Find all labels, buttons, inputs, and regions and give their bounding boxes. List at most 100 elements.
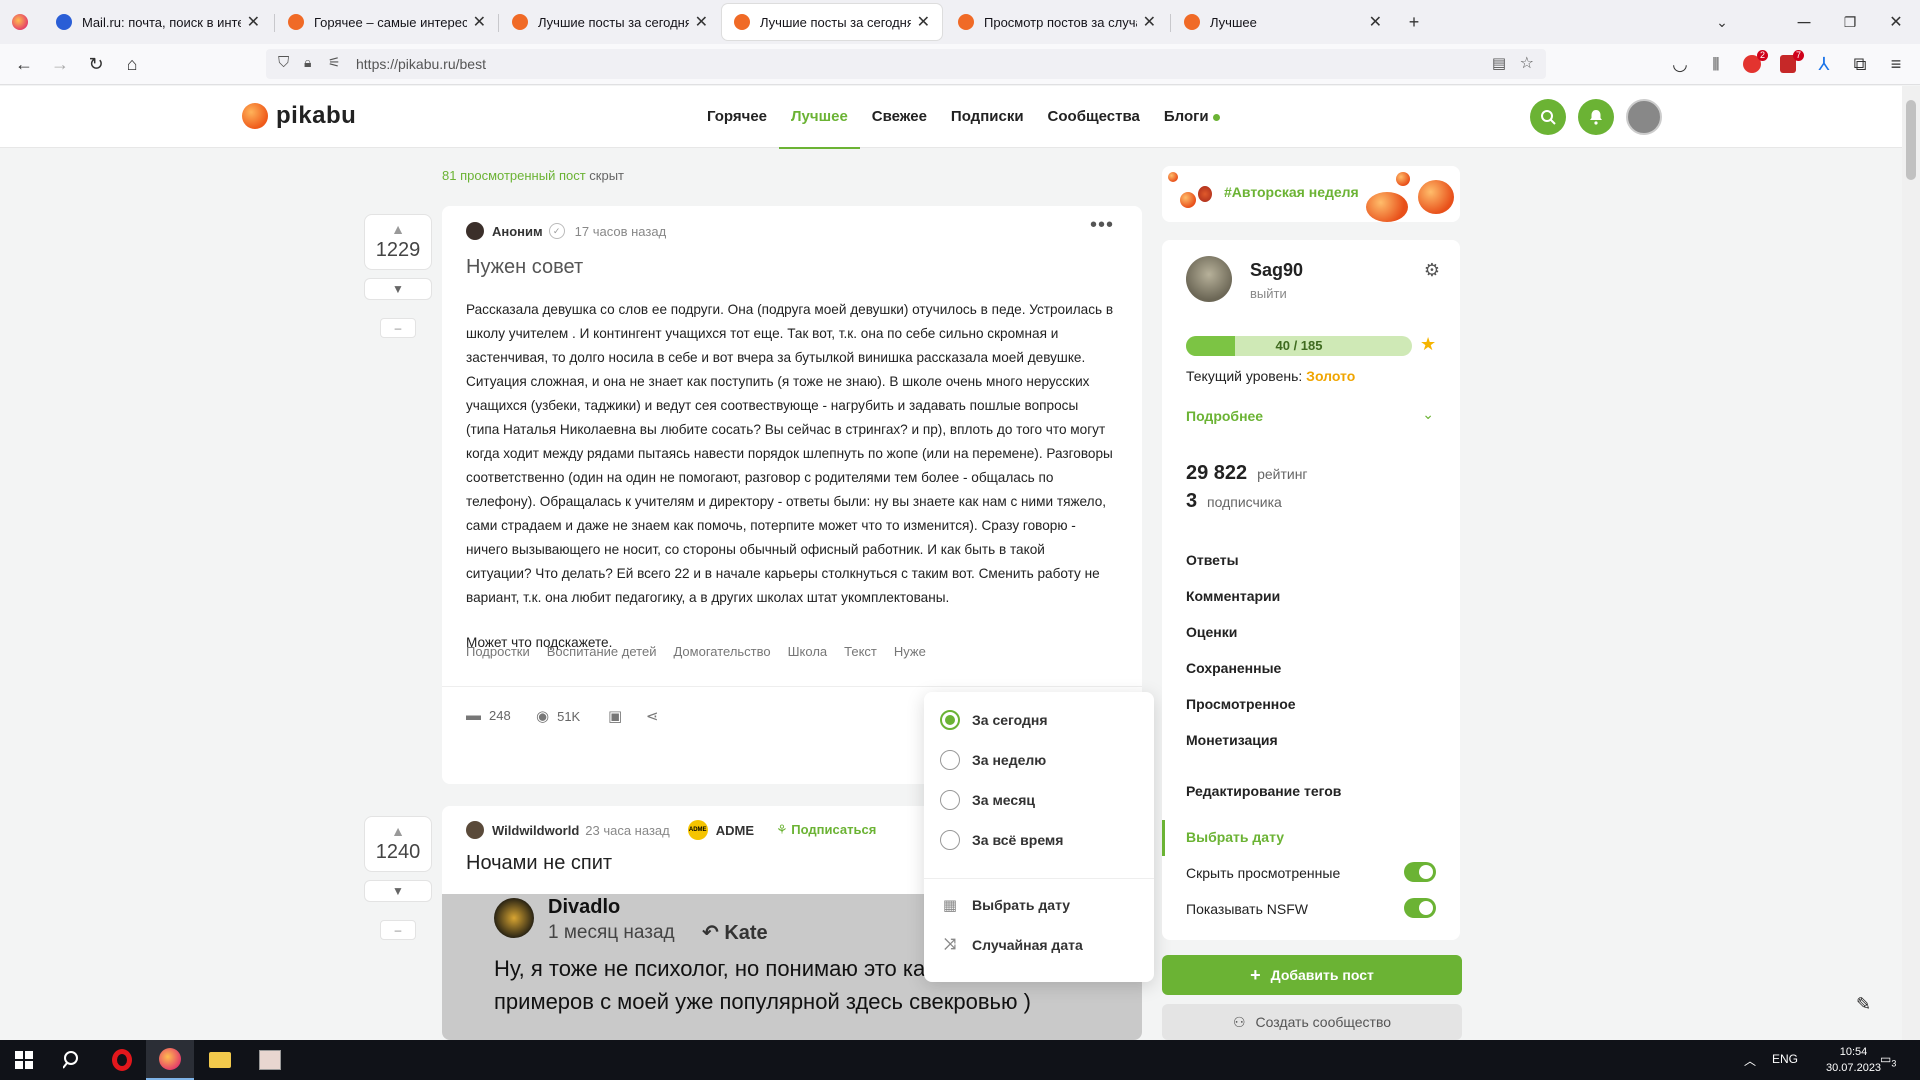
author-avatar[interactable]: [466, 222, 484, 240]
more-options-icon[interactable]: •••: [1090, 214, 1114, 237]
post-title[interactable]: Нужен совет: [466, 256, 583, 279]
file-explorer-icon[interactable]: [196, 1040, 244, 1080]
profile-avatar[interactable]: [1186, 256, 1232, 302]
radio-checked[interactable]: [940, 710, 960, 730]
language-indicator[interactable]: ENG: [1772, 1052, 1798, 1066]
menu-blogs[interactable]: Блоги: [1152, 86, 1232, 148]
profile-username[interactable]: Sag90: [1250, 260, 1303, 281]
close-window-icon[interactable]: ✕: [1882, 8, 1910, 36]
forward-icon[interactable]: →: [46, 50, 74, 78]
post-time[interactable]: 17 часов назад: [575, 224, 667, 239]
downvote-button[interactable]: ▼: [364, 880, 432, 902]
pocket-icon[interactable]: ◡: [1666, 50, 1694, 78]
windows-start-icon[interactable]: [0, 1040, 48, 1080]
tab-close-icon[interactable]: ✕: [473, 12, 486, 32]
author-avatar[interactable]: [466, 821, 484, 839]
tab-close-icon[interactable]: ✕: [1143, 12, 1156, 32]
shield-icon[interactable]: ⛉: [278, 54, 289, 71]
radio-unchecked[interactable]: [940, 790, 960, 810]
menu-subscriptions[interactable]: Подписки: [939, 86, 1036, 148]
app-menu-icon[interactable]: ≡: [1882, 50, 1910, 78]
scrollbar-thumb[interactable]: [1906, 100, 1916, 180]
translate-icon[interactable]: ⅄: [1810, 50, 1838, 78]
tray-chevron-icon[interactable]: ︿: [1744, 1052, 1756, 1069]
taskbar-search-icon[interactable]: [48, 1040, 96, 1080]
upvote-icon[interactable]: ▲: [391, 823, 405, 839]
library-icon[interactable]: ⫼: [1702, 50, 1730, 78]
notifications-center-icon[interactable]: ▭3: [1880, 1052, 1896, 1068]
menu-communities[interactable]: Сообщества: [1036, 86, 1152, 148]
extensions-puzzle-icon[interactable]: ⧉: [1846, 50, 1874, 78]
pick-date-option[interactable]: ▦ Выбрать дату: [940, 896, 1070, 914]
sidebar-link-edit-tags[interactable]: Редактирование тегов: [1186, 783, 1341, 799]
more-details-link[interactable]: Подробнее: [1186, 408, 1263, 424]
sidebar-link-comments[interactable]: Комментарии: [1186, 588, 1280, 604]
adblock-icon[interactable]: 2: [1738, 50, 1768, 78]
user-avatar[interactable]: [1626, 99, 1662, 135]
sidebar-link-monetization[interactable]: Монетизация: [1186, 732, 1278, 748]
sidebar-link-answers[interactable]: Ответы: [1186, 552, 1239, 568]
period-option-all-time[interactable]: За всё время: [940, 830, 1063, 850]
logout-link[interactable]: выйти: [1250, 286, 1287, 301]
pinned-app-icon[interactable]: [246, 1040, 294, 1080]
sidebar-link-viewed[interactable]: Просмотренное: [1186, 696, 1296, 712]
collapse-post-button[interactable]: –: [380, 318, 416, 338]
tab-3[interactable]: Лучшие посты за сегодня | Пи ✕: [500, 4, 720, 40]
tab-close-icon[interactable]: ✕: [695, 12, 708, 32]
tag[interactable]: Текст: [844, 644, 877, 659]
period-option-today[interactable]: За сегодня: [940, 710, 1048, 730]
post-time[interactable]: 23 часа назад: [585, 823, 669, 838]
gear-icon[interactable]: ⚙: [1424, 260, 1440, 281]
reload-icon[interactable]: ↻: [82, 50, 110, 78]
new-tab-button[interactable]: +: [1400, 8, 1428, 36]
menu-fresh[interactable]: Свежее: [860, 86, 939, 148]
firefox-taskbar-icon[interactable]: [146, 1040, 194, 1080]
upvote-icon[interactable]: ▲: [391, 221, 405, 237]
tab-2[interactable]: Горячее – самые интересные ✕: [276, 4, 498, 40]
subscribe-button[interactable]: ⚘ Подписаться: [776, 822, 876, 838]
extension-shield-icon[interactable]: 7: [1774, 50, 1804, 78]
bookmark-star-icon[interactable]: ☆: [1520, 53, 1534, 73]
reader-view-icon[interactable]: ▤: [1492, 54, 1506, 72]
radio-unchecked[interactable]: [940, 830, 960, 850]
url-text[interactable]: https://pikabu.ru/best: [356, 56, 486, 72]
permissions-icon[interactable]: ⚟: [328, 54, 341, 71]
list-all-tabs-icon[interactable]: ⌄: [1708, 8, 1736, 36]
tab-close-icon[interactable]: ✕: [1369, 12, 1382, 32]
notifications-button[interactable]: [1578, 99, 1614, 135]
tab-close-icon[interactable]: ✕: [247, 12, 260, 32]
hide-viewed-toggle[interactable]: [1404, 862, 1436, 882]
menu-hot[interactable]: Горячее: [695, 86, 779, 148]
home-icon[interactable]: ⌂: [118, 50, 146, 78]
tag[interactable]: Воспитание детей: [547, 644, 657, 659]
clock[interactable]: 10:54 30.07.2023: [1826, 1044, 1881, 1076]
minimize-icon[interactable]: ─: [1790, 8, 1818, 36]
tab-4-active[interactable]: Лучшие посты за сегодня | Пи ✕: [722, 4, 942, 40]
community-name[interactable]: ADME: [716, 823, 754, 838]
show-nsfw-toggle[interactable]: [1404, 898, 1436, 918]
create-community-button[interactable]: ⚇ Создать сообщество: [1162, 1004, 1462, 1040]
tab-5[interactable]: Просмотр постов за случайну ✕: [946, 4, 1168, 40]
tab-6[interactable]: Лучшее ✕: [1172, 4, 1394, 40]
tag[interactable]: Подростки: [466, 644, 530, 659]
post-author[interactable]: Wildwildworld: [492, 823, 579, 838]
opera-icon[interactable]: [98, 1040, 146, 1080]
downvote-button[interactable]: ▼: [364, 278, 432, 300]
hidden-posts-link[interactable]: 81 просмотренный пост: [442, 168, 586, 183]
post-author[interactable]: Аноним: [492, 224, 543, 239]
period-option-week[interactable]: За неделю: [940, 750, 1046, 770]
search-button[interactable]: [1530, 99, 1566, 135]
tag[interactable]: Домогательство: [673, 644, 770, 659]
url-bar[interactable]: ⛉ 🔒︎ ⚟ https://pikabu.ru/best ▤ ☆: [266, 49, 1546, 79]
lock-icon[interactable]: 🔒︎: [304, 54, 311, 71]
tag[interactable]: Школа: [788, 644, 828, 659]
page-scrollbar[interactable]: [1902, 86, 1920, 1040]
back-icon[interactable]: ←: [10, 50, 38, 78]
pikabu-logo[interactable]: pikabu: [242, 102, 356, 130]
collapse-post-button[interactable]: –: [380, 920, 416, 940]
sidebar-link-ratings[interactable]: Оценки: [1186, 624, 1237, 640]
period-option-month[interactable]: За месяц: [940, 790, 1035, 810]
menu-best[interactable]: Лучшее: [779, 86, 860, 149]
post-title[interactable]: Ночами не спит: [466, 852, 612, 875]
authors-week-banner[interactable]: #Авторская неделя: [1162, 166, 1460, 222]
